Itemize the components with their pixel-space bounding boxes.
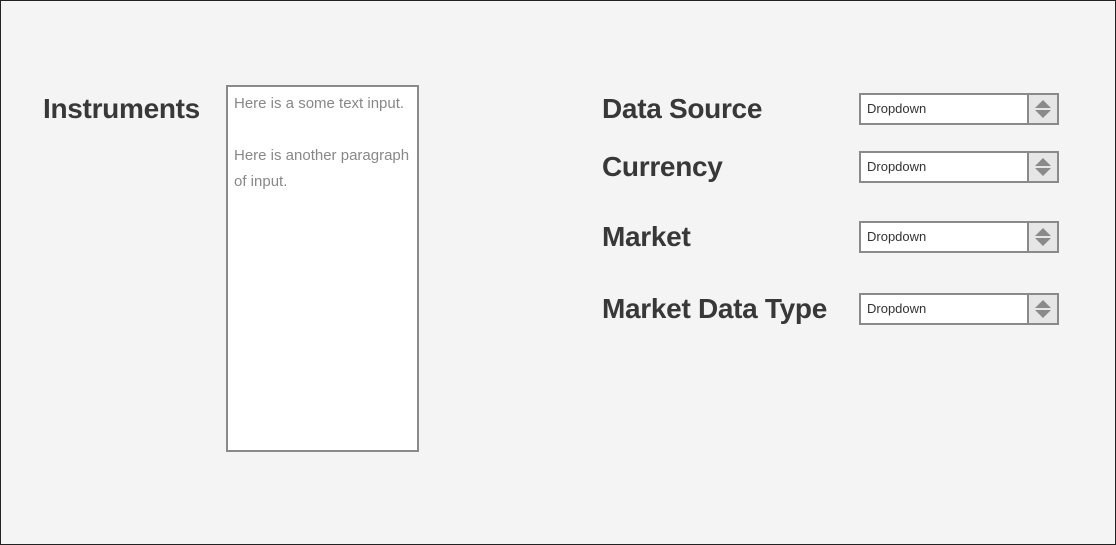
up-down-arrows-icon[interactable]: [1027, 95, 1057, 123]
dropdown-value: Dropdown: [867, 101, 927, 116]
market-data-type-label: Market Data Type: [602, 293, 827, 324]
dropdown-value: Dropdown: [867, 229, 927, 244]
dropdown-value: Dropdown: [867, 301, 927, 316]
up-down-arrows-icon[interactable]: [1027, 153, 1057, 181]
market-data-type-dropdown[interactable]: Dropdown: [859, 293, 1059, 325]
data-source-dropdown[interactable]: Dropdown: [859, 93, 1059, 125]
up-down-arrows-icon[interactable]: [1027, 223, 1057, 251]
data-source-label: Data Source: [602, 93, 763, 124]
instruments-label: Instruments: [43, 93, 200, 124]
market-label: Market: [602, 221, 691, 252]
currency-dropdown[interactable]: Dropdown: [859, 151, 1059, 183]
page-frame: [0, 0, 1116, 545]
instruments-paragraph: Here is a some text input.: [234, 95, 405, 112]
instruments-paragraph: Here is another paragraph of input.: [234, 147, 410, 190]
dropdown-value: Dropdown: [867, 159, 927, 174]
currency-label: Currency: [602, 151, 723, 182]
instruments-textarea[interactable]: Here is a some text input. Here is anoth…: [226, 85, 419, 452]
market-dropdown[interactable]: Dropdown: [859, 221, 1059, 253]
up-down-arrows-icon[interactable]: [1027, 295, 1057, 323]
